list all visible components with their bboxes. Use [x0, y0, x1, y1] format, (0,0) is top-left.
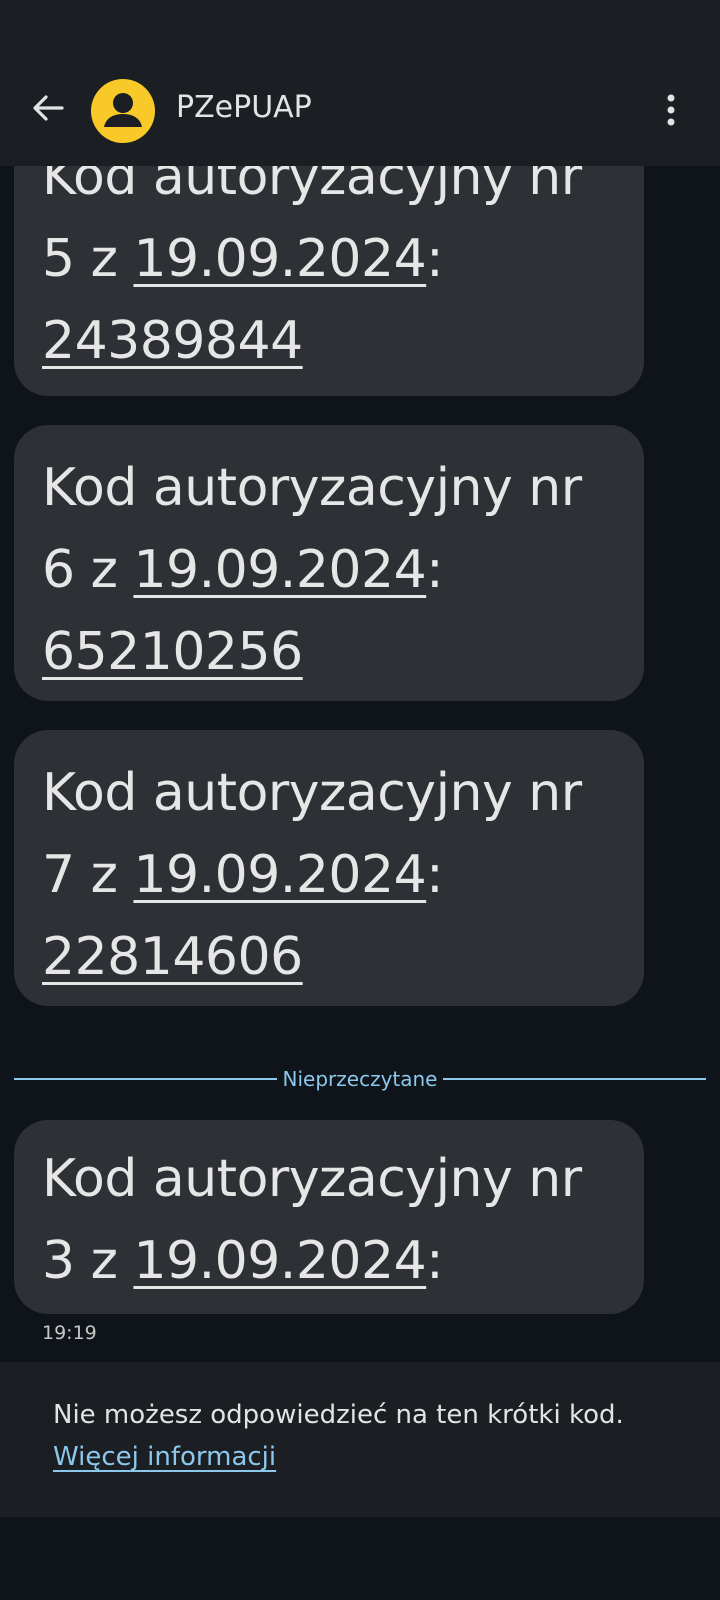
message-text: Kod autoryzacyjny nr 6 z 19.09.2024: 652…	[42, 447, 616, 693]
person-avatar-icon[interactable]	[91, 79, 155, 143]
notice-text: Nie możesz odpowiedzieć na ten krótki ko…	[53, 1400, 624, 1430]
message-text: Kod autoryzacyjny nr 5 z 19.09.2024: 243…	[42, 136, 616, 382]
message-text: Kod autoryzacyjny nr 7 z 19.09.2024: 228…	[42, 752, 616, 998]
divider-line	[443, 1078, 707, 1080]
message-separator: :	[426, 845, 444, 905]
unread-label: Nieprzeczytane	[282, 1067, 438, 1091]
message-separator: :	[426, 540, 444, 600]
contact-name[interactable]: PZePUAP	[176, 90, 312, 125]
sms-conversation-screen: Kod autoryzacyjny nr 5 z 19.09.2024: 243…	[0, 0, 720, 1600]
date-link[interactable]: 19.09.2024	[133, 845, 426, 905]
code-link[interactable]: 65210256	[42, 622, 303, 682]
message-bubble[interactable]: Kod autoryzacyjny nr 6 z 19.09.2024: 652…	[14, 425, 644, 701]
code-link[interactable]: 32146381	[42, 1313, 303, 1314]
date-link[interactable]: 19.09.2024	[133, 540, 426, 600]
arrow-back-icon[interactable]	[26, 86, 70, 130]
message-timestamp: 19:19	[42, 1322, 97, 1344]
conversation-header: PZePUAP	[0, 0, 720, 166]
message-text: Kod autoryzacyjny nr 3 z 19.09.2024: 321…	[42, 1138, 616, 1314]
code-link[interactable]: 22814606	[42, 927, 303, 987]
divider-line	[14, 1078, 277, 1080]
more-vert-icon[interactable]	[656, 88, 686, 132]
message-bubble[interactable]: Kod autoryzacyjny nr 3 z 19.09.2024: 321…	[14, 1120, 644, 1314]
date-link[interactable]: 19.09.2024	[133, 229, 426, 289]
message-separator: :	[426, 1231, 444, 1291]
more-info-link[interactable]: Więcej informacji	[53, 1442, 276, 1472]
date-link[interactable]: 19.09.2024	[133, 1231, 426, 1291]
code-link[interactable]: 24389844	[42, 311, 303, 371]
reply-disabled-notice: Nie możesz odpowiedzieć na ten krótki ko…	[0, 1362, 720, 1517]
message-separator: :	[426, 229, 444, 289]
message-bubble[interactable]: Kod autoryzacyjny nr 7 z 19.09.2024: 228…	[14, 730, 644, 1006]
unread-divider: Nieprzeczytane	[14, 1065, 707, 1093]
